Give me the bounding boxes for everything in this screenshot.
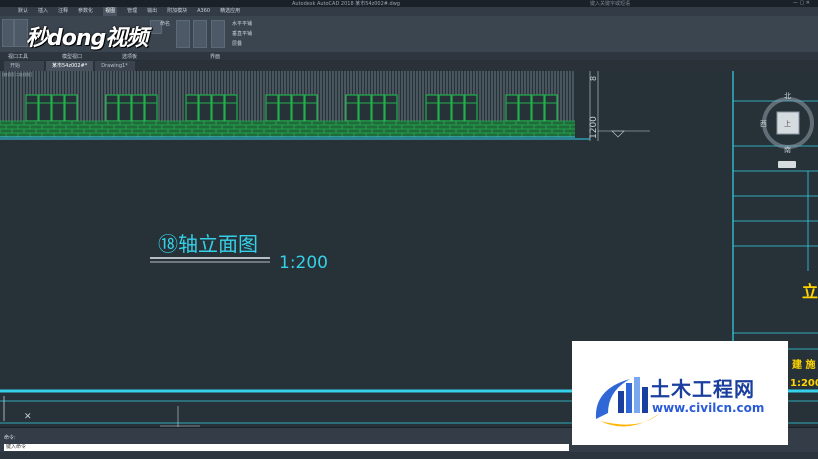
site-name: 土木工程网 (650, 377, 755, 401)
status-bar (0, 452, 818, 459)
group-viewport-tools: 视口工具 (8, 54, 29, 60)
named-viewport-button[interactable] (176, 20, 190, 48)
horizontal-tile-button[interactable]: 水平平铺 (232, 20, 252, 27)
tab-view[interactable]: 视图 (103, 7, 118, 16)
named-viewports-label[interactable]: 命名 (160, 20, 170, 27)
app-title: Autodesk AutoCAD 2018 某市54z002#.dwg (292, 1, 400, 7)
titleblock-label: 建 施 (791, 358, 815, 371)
group-palettes: 选项板 (122, 54, 138, 60)
command-input[interactable]: 键入命令 (4, 444, 569, 451)
facade-windows (25, 94, 558, 122)
group-model-viewports: 模型视口 (62, 54, 83, 60)
compass-west: 西 (760, 120, 767, 128)
tab-default[interactable]: 默认 (18, 7, 28, 16)
video-watermark-logo: 秒dong视频 (26, 26, 148, 51)
compass-north: 北 (784, 92, 791, 100)
tab-featured[interactable]: 精选应用 (220, 7, 240, 16)
elevation-title: ⑱轴立面图 (158, 232, 258, 256)
view-label[interactable]: [俯视][二维线框] (2, 72, 32, 78)
filetab-current[interactable]: 某市54z002#* (46, 61, 94, 71)
vertical-tile-button[interactable]: 垂直平铺 (232, 30, 252, 37)
titleblock-scale: 1:200 (790, 378, 818, 389)
search-input[interactable]: 键入关键字或短语 (590, 0, 630, 7)
title-bar: Autodesk AutoCAD 2018 某市54z002#.dwg 键入关键… (0, 0, 818, 7)
ucs-x-marker: ✕ (24, 412, 32, 422)
tab-insert[interactable]: 插入 (38, 7, 48, 16)
dim-text-top: 8 (589, 76, 598, 81)
dim-text-side: 1200 (589, 116, 599, 139)
filetab-start[interactable]: 开始 (4, 61, 44, 71)
tab-manage[interactable]: 管理 (127, 7, 137, 16)
tab-parametric[interactable]: 参数化 (78, 7, 93, 16)
file-tabs: 开始 某市54z002#* Drawing1* (0, 61, 818, 71)
window-controls[interactable]: — ▢ ✕ (793, 0, 810, 6)
tab-a360[interactable]: A360 (197, 7, 210, 16)
site-watermark: 土木工程网 www.civilcn.com (572, 341, 788, 445)
titleblock-big-char: 立 (802, 282, 818, 301)
group-interface: 界面 (210, 54, 221, 60)
autocad-window: Autodesk AutoCAD 2018 某市54z002#.dwg 键入关键… (0, 0, 818, 459)
ribbon-tabs: 默认 插入 注释 参数化 视图 管理 输出 附加模块 A360 精选应用 (0, 7, 818, 16)
toolpalettes-button[interactable] (193, 20, 207, 48)
site-url: www.civilcn.com (652, 401, 765, 415)
ribbon-group-labels: 视口工具 模型视口 选项板 界面 (0, 52, 818, 60)
level-symbol (611, 130, 625, 138)
ucs-icon-button[interactable] (2, 19, 14, 47)
properties-button[interactable] (211, 20, 225, 48)
wcs-button[interactable] (778, 161, 796, 168)
tab-annotate[interactable]: 注释 (58, 7, 68, 16)
elevation-scale: 1:200 (279, 253, 328, 273)
compass-south: 南 (784, 145, 791, 154)
cascade-button[interactable]: 层叠 (232, 40, 242, 47)
tab-output[interactable]: 输出 (147, 7, 157, 16)
filetab-drawing1[interactable]: Drawing1* (95, 61, 136, 71)
tab-addins[interactable]: 附加模块 (167, 7, 187, 16)
compass-center: 上 (784, 119, 791, 128)
command-history: 命令: (4, 435, 16, 441)
